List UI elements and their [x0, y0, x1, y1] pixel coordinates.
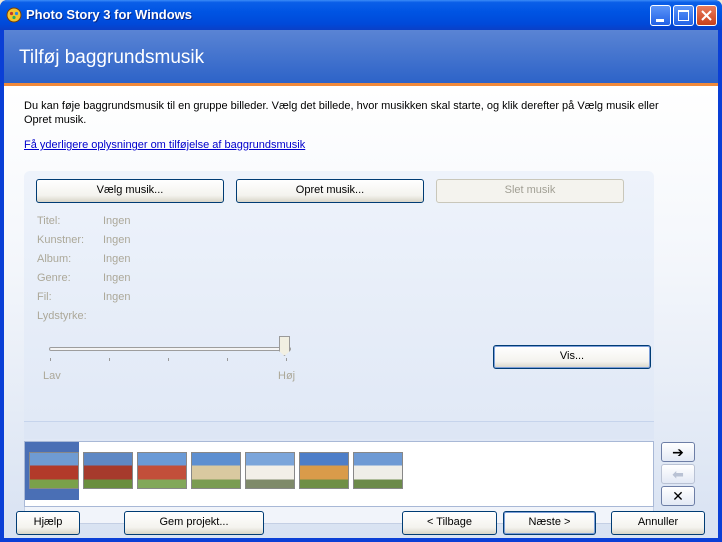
slider-tick: [50, 358, 51, 361]
thumbnail-5[interactable]: [245, 452, 295, 489]
meta-genre-label: Genre:: [37, 272, 71, 284]
slider-tick: [109, 358, 110, 361]
close-button[interactable]: [696, 5, 717, 26]
thumbnail-2[interactable]: [83, 452, 133, 489]
meta-file-value: Ingen: [103, 291, 131, 303]
thumbnail-1[interactable]: [29, 452, 79, 489]
thumbnail-7[interactable]: [353, 452, 403, 489]
client-area: Tilføj baggrundsmusik Du kan føje baggru…: [4, 30, 718, 538]
thumbnail-3[interactable]: [137, 452, 187, 489]
maximize-button[interactable]: [673, 5, 694, 26]
preview-button[interactable]: Vis...: [493, 345, 651, 369]
minimize-button[interactable]: [650, 5, 671, 26]
help-button[interactable]: Hjælp: [16, 511, 80, 535]
help-link[interactable]: Få yderligere oplysninger om tilføjelse …: [24, 139, 305, 151]
filmstrip: [24, 441, 654, 507]
footer-bar: Hjælp Gem projekt... < Tilbage Næste > A…: [4, 508, 718, 538]
volume-high-label: Høj: [278, 370, 296, 382]
meta-genre-value: Ingen: [103, 272, 131, 284]
back-button[interactable]: < Tilbage: [402, 511, 497, 535]
move-right-button[interactable]: ➔: [661, 442, 695, 462]
next-button[interactable]: Næste >: [503, 511, 596, 535]
page-title: Tilføj baggrundsmusik: [19, 47, 205, 68]
meta-artist-value: Ingen: [103, 234, 131, 246]
intro-text: Du kan føje baggrundsmusik til en gruppe…: [24, 100, 659, 126]
volume-low-label: Lav: [43, 370, 61, 382]
save-project-button[interactable]: Gem projekt...: [124, 511, 264, 535]
close-icon: [701, 10, 712, 21]
minimize-icon: [656, 19, 664, 22]
meta-file-label: Fil:: [37, 291, 52, 303]
volume-label: Lydstyrke:: [37, 310, 87, 322]
meta-album-value: Ingen: [103, 253, 131, 265]
delete-music-button[interactable]: Slet musik: [436, 179, 624, 203]
thumbnail-6[interactable]: [299, 452, 349, 489]
filmstrip-header: [24, 421, 654, 439]
slider-tick: [286, 358, 287, 361]
page-header: Tilføj baggrundsmusik: [4, 30, 718, 86]
select-music-button[interactable]: Vælg musik...: [36, 179, 224, 203]
volume-slider-thumb[interactable]: [279, 336, 290, 356]
create-music-button[interactable]: Opret musik...: [236, 179, 424, 203]
volume-slider-track[interactable]: [49, 347, 291, 351]
app-window: Photo Story 3 for Windows Tilføj baggrun…: [0, 0, 722, 542]
meta-album-label: Album:: [37, 253, 72, 265]
cancel-button[interactable]: Annuller: [611, 511, 705, 535]
slider-tick: [227, 358, 228, 361]
meta-artist-label: Kunstner:: [37, 234, 85, 246]
title-bar[interactable]: Photo Story 3 for Windows: [0, 0, 722, 30]
app-icon: [6, 7, 22, 23]
remove-picture-button[interactable]: ✕: [661, 486, 695, 506]
page-body: Du kan føje baggrundsmusik til en gruppe…: [4, 89, 718, 538]
move-left-button[interactable]: ⬅: [661, 464, 695, 484]
meta-title-label: Titel:: [37, 215, 61, 227]
thumbnail-4[interactable]: [191, 452, 241, 489]
meta-title-value: Ingen: [103, 215, 131, 227]
slider-tick: [168, 358, 169, 361]
window-title: Photo Story 3 for Windows: [26, 7, 192, 22]
